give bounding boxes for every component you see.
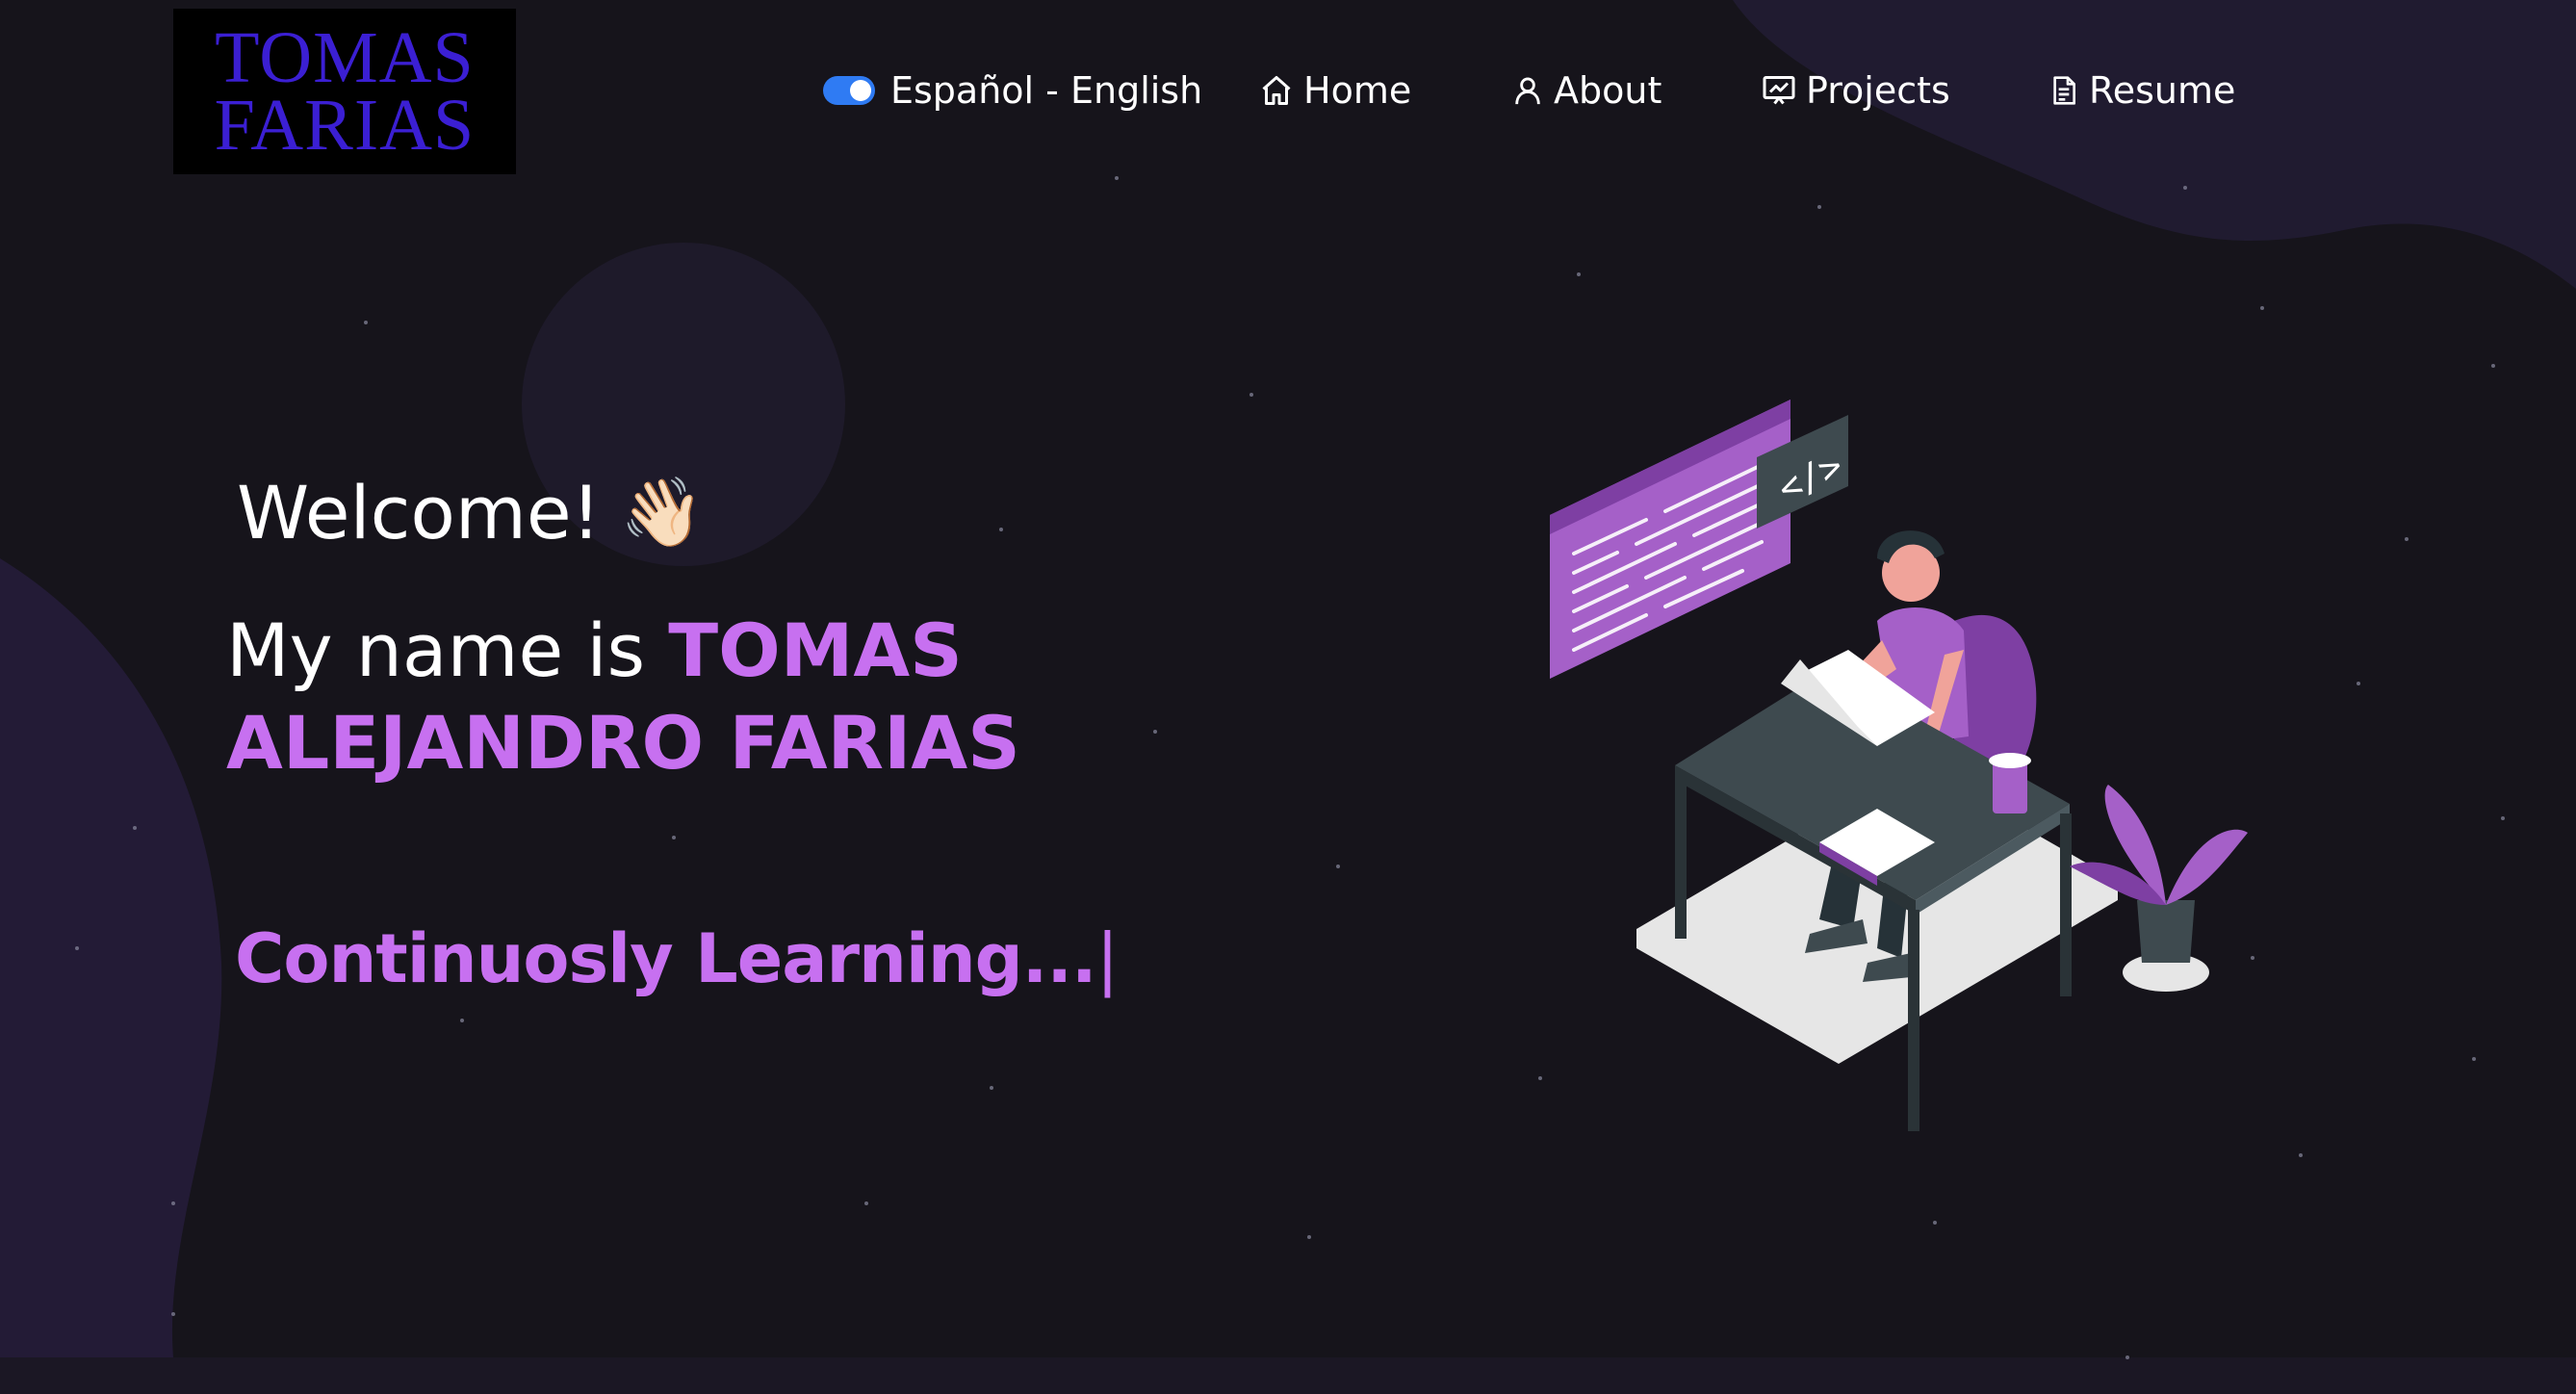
language-toggle[interactable]: Español - English <box>823 56 1202 125</box>
resume-icon <box>2053 76 2075 105</box>
logo[interactable]: TOMAS FARIAS <box>173 9 516 174</box>
nav-home[interactable]: Home <box>1259 56 1411 125</box>
projects-icon <box>1763 76 1795 105</box>
welcome-heading: Welcome! 👋🏻 <box>237 470 704 555</box>
name-prefix: My name is <box>226 607 669 693</box>
nav-projects-label: Projects <box>1806 69 1950 112</box>
logo-line-1: TOMAS <box>215 17 475 98</box>
language-switch[interactable] <box>823 76 875 105</box>
waving-hand-icon: 👋🏻 <box>620 473 705 552</box>
switch-knob <box>850 80 871 101</box>
user-icon <box>1515 77 1540 105</box>
typewriter-phrase: Continuosly Learning... <box>235 919 1097 998</box>
nav-about[interactable]: About <box>1511 56 1662 125</box>
typewriter-cursor: | <box>1095 919 1120 998</box>
nav-resume[interactable]: Resume <box>2048 56 2235 125</box>
nav-about-label: About <box>1554 69 1662 112</box>
name-heading: My name is TOMAS ALEJANDRO FARIAS <box>226 605 1458 789</box>
logo-line-2: FARIAS <box>214 85 476 166</box>
nav-home-label: Home <box>1303 69 1412 112</box>
developer-illustration: </> <box>1550 400 2248 1131</box>
welcome-text: Welcome! <box>237 470 602 555</box>
home-icon <box>1262 76 1291 105</box>
language-toggle-label: Español - English <box>890 69 1203 112</box>
nav-projects[interactable]: Projects <box>1762 56 1950 125</box>
nav-resume-label: Resume <box>2089 69 2236 112</box>
code-window-illustration: </> <box>1550 400 1849 679</box>
typewriter-text: Continuosly Learning...| <box>235 919 1120 998</box>
